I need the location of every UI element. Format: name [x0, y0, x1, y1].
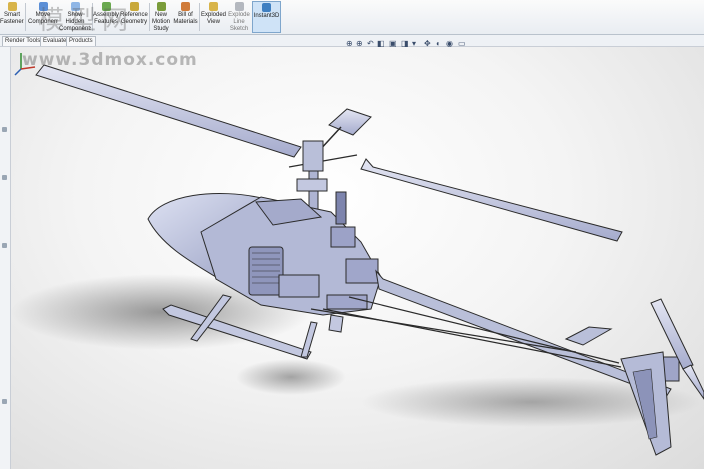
watermark-text: www.3dmox.com	[22, 50, 198, 70]
helicopter-model	[11, 64, 704, 456]
motion-study-icon	[156, 2, 166, 11]
swashplate	[296, 178, 328, 192]
panel-handle-icon	[2, 399, 7, 404]
servo	[330, 226, 356, 248]
panel-handle-icon	[2, 243, 7, 248]
antenna-post	[335, 191, 347, 225]
rotor-head	[302, 140, 324, 172]
smart-fasteners-button[interactable]: Smart Fasteners	[0, 1, 24, 33]
main-rotor-blade	[35, 64, 302, 158]
graphics-area[interactable]	[11, 47, 704, 469]
smart-fasteners-icon	[7, 2, 17, 11]
tab-evaluate[interactable]: Evaluate	[40, 36, 70, 46]
flybar-paddle	[328, 108, 372, 136]
instant3d-button[interactable]: Instant3D	[252, 1, 281, 33]
explode-line-sketch-button[interactable]: Explode Line Sketch	[228, 1, 250, 33]
exploded-view-button[interactable]: Exploded View	[200, 1, 227, 33]
main-rotor-blade	[360, 158, 623, 242]
instant3d-icon	[262, 3, 271, 12]
panel-handle-icon	[2, 127, 7, 132]
panel-handle-icon	[2, 175, 7, 180]
tab-render-tools[interactable]: Render Tools	[2, 36, 44, 46]
toolbar-separator	[25, 3, 26, 31]
feature-manager-panel-collapsed[interactable]	[0, 47, 11, 469]
bom-icon	[181, 2, 190, 11]
exploded-view-icon	[209, 2, 218, 11]
watermark-logo-cn: 模型网	[38, 6, 135, 36]
servo	[345, 258, 379, 284]
floor-shadow	[236, 359, 346, 395]
explode-line-icon	[234, 2, 244, 11]
horizontal-stabilizer	[564, 326, 613, 346]
tab-products[interactable]: Products	[66, 36, 96, 46]
bill-of-materials-button[interactable]: Bill of Materials	[173, 1, 198, 33]
new-motion-study-button[interactable]: New Motion Study	[150, 1, 172, 33]
